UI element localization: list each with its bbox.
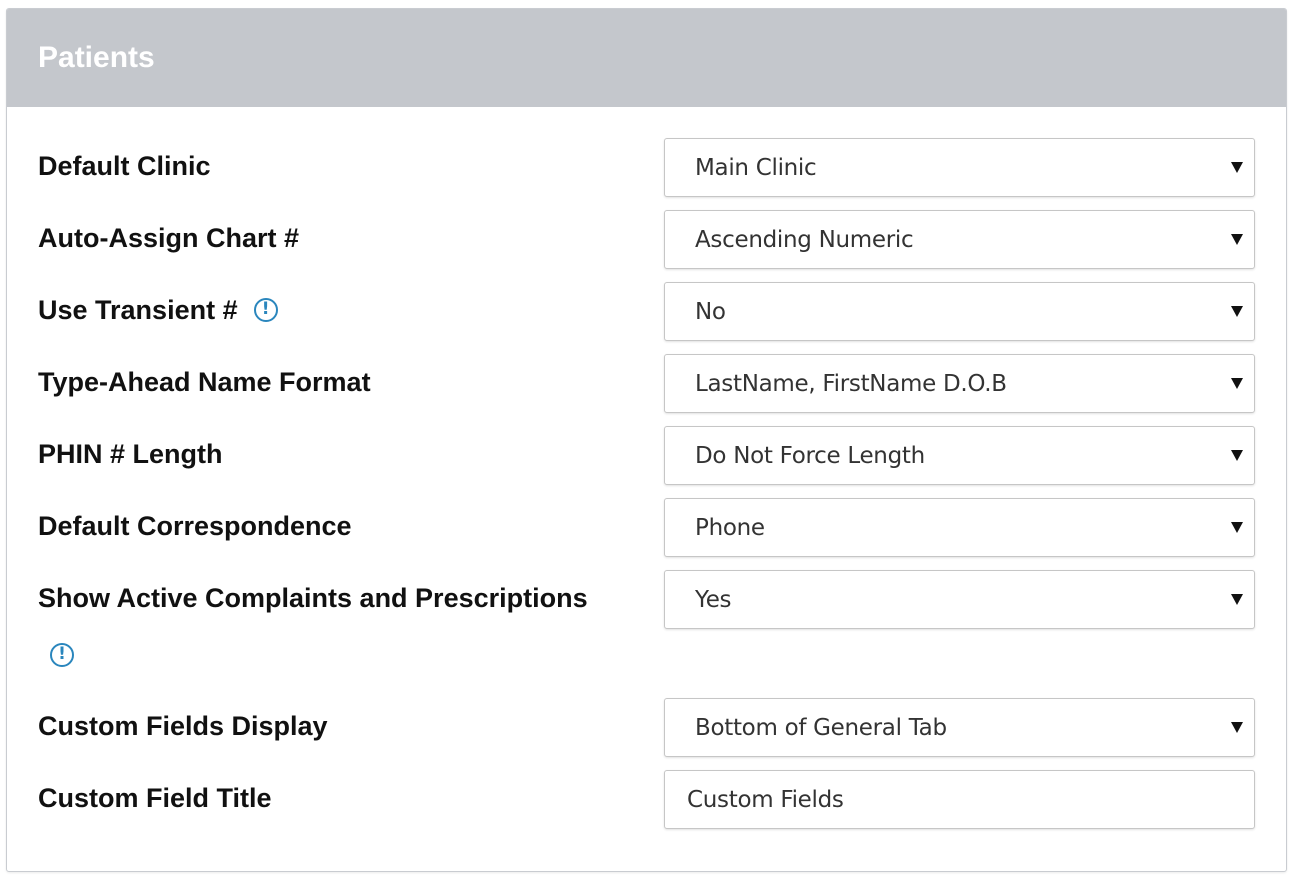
type-ahead-format-value: LastName, FirstName D.O.B [695, 371, 1007, 397]
auto-assign-chart-label: Auto-Assign Chart # [38, 222, 299, 254]
use-transient-label: Use Transient # ! [38, 294, 278, 326]
default-clinic-value: Main Clinic [695, 155, 817, 181]
auto-assign-chart-value: Ascending Numeric [695, 227, 914, 253]
chevron-down-icon [1231, 306, 1243, 317]
use-transient-label-text: Use Transient # [38, 295, 238, 325]
chevron-down-icon [1231, 234, 1243, 245]
show-active-complaints-label: Show Active Complaints and Prescriptions [38, 582, 588, 614]
default-correspondence-value: Phone [695, 515, 765, 541]
default-clinic-label: Default Clinic [38, 150, 211, 182]
panel-title: Patients [38, 41, 155, 74]
info-icon[interactable]: ! [253, 298, 278, 322]
custom-field-title-label: Custom Field Title [38, 782, 272, 814]
default-correspondence-label-text: Default Correspondence [38, 511, 352, 541]
custom-field-title-label-text: Custom Field Title [38, 783, 272, 813]
type-ahead-format-label: Type-Ahead Name Format [38, 366, 371, 398]
show-active-complaints-label-text: Show Active Complaints and Prescriptions [38, 583, 588, 613]
default-clinic-label-text: Default Clinic [38, 151, 211, 181]
show-active-complaints-select[interactable]: Yes [664, 570, 1255, 629]
custom-fields-display-select[interactable]: Bottom of General Tab [664, 698, 1255, 757]
info-icon[interactable]: ! [50, 643, 74, 667]
custom-fields-display-label: Custom Fields Display [38, 710, 328, 742]
phin-length-select[interactable]: Do Not Force Length [664, 426, 1255, 485]
show-active-complaints-value: Yes [695, 587, 732, 613]
custom-fields-display-value: Bottom of General Tab [695, 715, 947, 741]
custom-field-title-input[interactable] [664, 770, 1255, 829]
type-ahead-format-label-text: Type-Ahead Name Format [38, 367, 371, 397]
chevron-down-icon [1231, 162, 1243, 173]
phin-length-label: PHIN # Length [38, 438, 223, 470]
custom-fields-display-label-text: Custom Fields Display [38, 711, 328, 741]
phin-length-label-text: PHIN # Length [38, 439, 223, 469]
default-correspondence-select[interactable]: Phone [664, 498, 1255, 557]
chevron-down-icon [1231, 722, 1243, 733]
chevron-down-icon [1231, 378, 1243, 389]
panel-header: Patients [7, 9, 1286, 107]
default-correspondence-label: Default Correspondence [38, 510, 352, 542]
chevron-down-icon [1231, 450, 1243, 461]
type-ahead-format-select[interactable]: LastName, FirstName D.O.B [664, 354, 1255, 413]
chevron-down-icon [1231, 594, 1243, 605]
auto-assign-chart-select[interactable]: Ascending Numeric [664, 210, 1255, 269]
default-clinic-select[interactable]: Main Clinic [664, 138, 1255, 197]
patients-settings-panel: Patients Default Clinic Main Clinic Auto… [6, 8, 1287, 872]
use-transient-select[interactable]: No [664, 282, 1255, 341]
use-transient-value: No [695, 299, 726, 325]
phin-length-value: Do Not Force Length [695, 443, 925, 469]
auto-assign-chart-label-text: Auto-Assign Chart # [38, 223, 300, 253]
chevron-down-icon [1231, 522, 1243, 533]
